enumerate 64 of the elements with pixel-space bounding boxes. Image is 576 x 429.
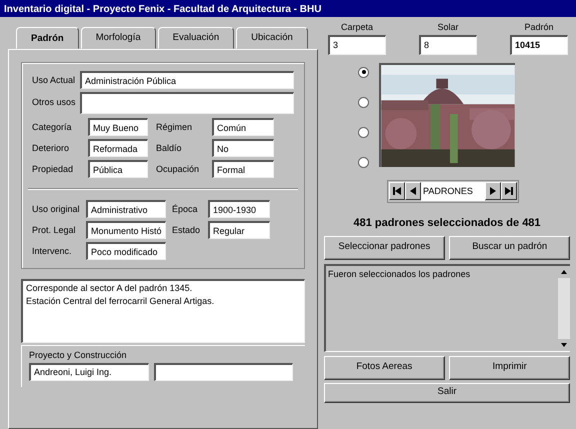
- tab[interactable]: Evaluación: [158, 27, 234, 50]
- input-field[interactable]: Formal: [212, 160, 274, 178]
- field-label: Prot. Legal: [32, 224, 77, 237]
- input-field[interactable]: No: [212, 139, 274, 158]
- input-field[interactable]: 1900-1930: [208, 200, 270, 218]
- field-label: Uso original: [32, 202, 80, 216]
- tab[interactable]: Padrón: [16, 27, 79, 50]
- radio-button[interactable]: [358, 126, 369, 138]
- tab[interactable]: Ubicación: [236, 27, 308, 50]
- field-label: Propiedad: [32, 162, 74, 176]
- window-title: Inventario digital - Proyecto Fenix - Facultad de Arquitectura - BHU: [0, 0, 576, 17]
- radio-button[interactable]: [358, 156, 369, 168]
- action-button[interactable]: Seleccionar padrones: [324, 236, 445, 260]
- field-label: Carpeta: [340, 21, 374, 34]
- input-field[interactable]: Muy Bueno: [88, 118, 148, 136]
- action-button[interactable]: Buscar un padrón: [449, 236, 570, 260]
- tab[interactable]: Morfología: [80, 27, 156, 50]
- field-label: Deterioro: [32, 142, 70, 155]
- scrollbar[interactable]: [558, 266, 570, 350]
- input-field[interactable]: 8: [419, 34, 477, 54]
- field-label: Estado: [172, 224, 202, 237]
- input-field[interactable]: 3: [328, 34, 386, 54]
- radio-button[interactable]: [358, 96, 369, 108]
- last-icon: [505, 186, 513, 194]
- field-label: Otros usos: [32, 96, 77, 109]
- next-icon: [490, 186, 496, 194]
- input-field[interactable]: Regular: [208, 221, 270, 240]
- input-field[interactable]: Pública: [88, 160, 148, 178]
- input-field[interactable]: [80, 92, 294, 114]
- input-field[interactable]: Administración Pública: [80, 71, 294, 90]
- notes-line: Estación Central del ferrocarril General Artigas.: [26, 295, 216, 308]
- field-label: Padrón: [524, 21, 554, 34]
- field-label: Solar: [437, 21, 458, 34]
- previous-icon: [410, 186, 416, 194]
- notes-textarea[interactable]: Corresponde al sector A del padrón 1345. Estación Central del ferrocarril General Artigas.: [21, 278, 305, 343]
- notes-line: Corresponde al sector A del padrón 1345.: [26, 282, 194, 295]
- input-field[interactable]: [154, 362, 293, 381]
- field-label: Régimen: [156, 120, 194, 134]
- first-icon: [393, 186, 401, 194]
- next-record-button[interactable]: [485, 182, 501, 200]
- radio-button[interactable]: [358, 66, 369, 78]
- message-area: Fueron seleccionados los padrones: [326, 266, 558, 350]
- field-label: Intervenc.: [32, 244, 73, 258]
- action-button[interactable]: Fotos Aereas: [324, 356, 445, 380]
- input-field[interactable]: Reformada: [88, 139, 148, 158]
- field-label: Categoría: [32, 120, 73, 134]
- input-field[interactable]: Administrativo: [86, 200, 166, 218]
- previous-record-button[interactable]: [405, 182, 421, 200]
- record-label: PADRONES: [421, 182, 485, 201]
- field-label: Ocupación: [156, 162, 200, 176]
- input-field[interactable]: Monumento Histó: [86, 221, 166, 240]
- first-record-button[interactable]: [389, 182, 405, 200]
- field-label: Época: [172, 202, 199, 216]
- selection-count: 481 padrones seleccionados de 481: [352, 216, 542, 231]
- input-field[interactable]: Andreoni, Luigi Ing.: [29, 362, 149, 381]
- input-field[interactable]: Común: [212, 118, 274, 136]
- field-label: Uso Actual: [32, 74, 76, 86]
- last-record-button[interactable]: [501, 182, 517, 200]
- field-label: Baldío: [156, 142, 183, 155]
- field-label: Proyecto y Construcción: [29, 349, 128, 362]
- exit-button[interactable]: Salir: [324, 382, 570, 402]
- input-field[interactable]: 10415: [510, 34, 568, 54]
- action-button[interactable]: Imprimir: [449, 356, 570, 380]
- input-field[interactable]: Poco modificado: [86, 242, 166, 260]
